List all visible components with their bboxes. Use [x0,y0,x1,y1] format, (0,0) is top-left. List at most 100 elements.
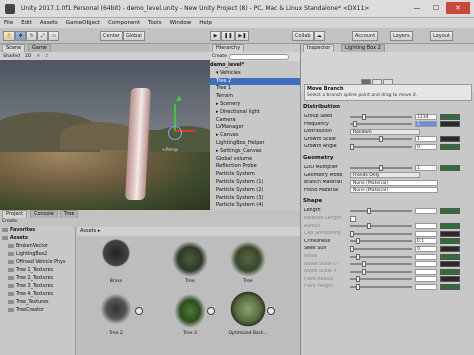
property-value-field[interactable] [415,207,437,214]
play-icon[interactable]: ▶ [210,31,221,41]
property-slider[interactable] [350,261,412,268]
asset-item[interactable]: Tree 3 [169,289,211,341]
project-create-button[interactable]: Create [2,219,17,224]
property-dropdown[interactable]: Random [350,128,420,135]
cloud-icon[interactable]: ☁ [313,31,325,41]
hierarchy-item[interactable]: Particle System [210,171,300,179]
curve-preview[interactable] [440,230,460,237]
asset-item[interactable]: Brass [95,237,137,289]
tab-lighting-box[interactable]: Lighting Box 2 [341,44,385,52]
hierarchy-item[interactable]: Terrain [210,93,300,101]
close-button[interactable]: ✕ [446,2,470,14]
asset-item[interactable]: Tree 2 [95,289,137,341]
property-slider[interactable] [350,223,412,230]
project-folder-item[interactable]: BrokenVector [0,243,75,251]
maximize-button[interactable]: ☐ [427,2,445,14]
light-toggle-icon[interactable]: ☼ [36,54,40,59]
project-folder-item[interactable]: LightingBox2 [0,251,75,259]
curve-preview[interactable] [440,164,460,171]
tab-inspector[interactable]: Inspector [303,44,335,52]
2d-toggle[interactable]: 2D [25,54,31,59]
hierarchy-item[interactable]: Particle System (1) [210,179,300,187]
menu-edit[interactable]: Edit [21,20,32,26]
slider-knob[interactable] [355,276,360,283]
hierarchy-item[interactable]: Particle System (4) [210,202,300,210]
project-folder-item[interactable]: Tree_Textures [0,299,75,307]
hierarchy-item[interactable]: ▸ Scenery [210,101,300,109]
property-value-field[interactable]: 1 [415,164,437,171]
asset-expand-icon[interactable] [267,307,275,315]
y-axis-cone-icon[interactable] [176,95,182,101]
property-slider[interactable] [350,164,412,171]
space-toggle[interactable]: Global [122,31,145,41]
project-folder-item[interactable]: Tree 3_Textures [0,283,75,291]
property-dropdown[interactable]: Fronds Only [350,172,420,179]
tab-console[interactable]: Console [30,210,58,218]
property-value-field[interactable] [415,253,437,260]
hierarchy-item[interactable]: ▸ Directional light [210,109,300,117]
property-value-field[interactable]: 0 [415,245,437,252]
property-value-field[interactable]: 1234 [415,113,437,120]
slider-knob[interactable] [361,113,366,120]
audio-toggle-icon[interactable]: ♪ [45,54,48,59]
hierarchy-item[interactable]: LVManager [210,124,300,132]
property-value-field[interactable] [415,230,437,237]
project-folder-item[interactable]: Favorites [0,227,75,235]
menu-help[interactable]: Help [199,20,212,26]
hierarchy-item[interactable]: ▸ Settings_Canvas [210,148,300,156]
slider-knob[interactable] [350,143,354,150]
property-slider[interactable] [350,136,412,143]
project-folder-item[interactable]: Tree 4_Textures [0,291,75,299]
hierarchy-item[interactable]: Tree 2 [210,77,300,86]
slider-knob[interactable] [355,253,360,260]
rotate-tool-icon[interactable]: ↻ [26,31,38,41]
minimize-button[interactable]: — [408,2,426,14]
tab-game[interactable]: Game [28,44,51,52]
property-value-field[interactable]: 0.1 [415,238,437,245]
project-folder-item[interactable]: Tree 2_Textures [0,275,75,283]
layers-dropdown[interactable]: Layers [390,31,413,41]
property-checkbox[interactable] [350,215,356,222]
hierarchy-item[interactable]: Particle System (2) [210,187,300,195]
menu-file[interactable]: File [4,20,13,26]
property-value-field[interactable]: 0 [415,143,437,150]
collab-dropdown[interactable]: Collab [292,31,314,41]
property-slider[interactable] [350,238,412,245]
pivot-toggle[interactable]: Center [100,31,123,41]
property-value-field[interactable] [415,276,437,283]
move-tool-icon[interactable]: ✥ [15,31,27,41]
property-value-field[interactable]: 1 [415,121,437,128]
asset-item[interactable]: Optimized Bark... [227,289,269,341]
scene-orientation-gizmo[interactable] [168,126,182,140]
hierarchy-item[interactable]: Reflection Probe [210,163,300,171]
hierarchy-item[interactable]: ▸ Canvas [210,132,300,140]
hierarchy-search-input[interactable] [228,53,289,60]
property-value-field[interactable] [415,283,437,290]
property-slider[interactable] [350,268,412,275]
property-slider[interactable] [350,143,412,150]
curve-preview[interactable] [440,207,460,214]
project-folder-item[interactable]: TreeCreator [0,307,75,315]
property-slider[interactable] [350,245,412,252]
property-slider[interactable] [350,230,412,237]
slider-knob[interactable] [361,261,366,268]
curve-preview[interactable] [440,245,460,252]
hierarchy-item[interactable]: Particle System (3) [210,195,300,203]
curve-preview[interactable] [440,136,460,143]
property-value-field[interactable] [415,223,437,230]
property-slider[interactable] [350,113,412,120]
slider-knob[interactable] [367,207,372,214]
curve-preview[interactable] [440,261,460,268]
slider-knob[interactable] [379,164,383,171]
tab-project[interactable]: Project [2,210,28,218]
curve-preview[interactable] [440,223,460,230]
scene-viewport[interactable]: <Persp [0,60,210,210]
asset-expand-icon[interactable] [207,307,215,315]
slider-knob[interactable] [379,136,383,143]
tab-tree[interactable]: Tree [60,210,79,218]
hand-tool-icon[interactable]: ✋ [3,31,16,41]
property-value-field[interactable] [415,268,437,275]
menu-tools[interactable]: Tools [148,20,162,26]
tab-hierarchy[interactable]: Hierarchy [212,44,245,52]
slider-knob[interactable] [350,245,354,252]
